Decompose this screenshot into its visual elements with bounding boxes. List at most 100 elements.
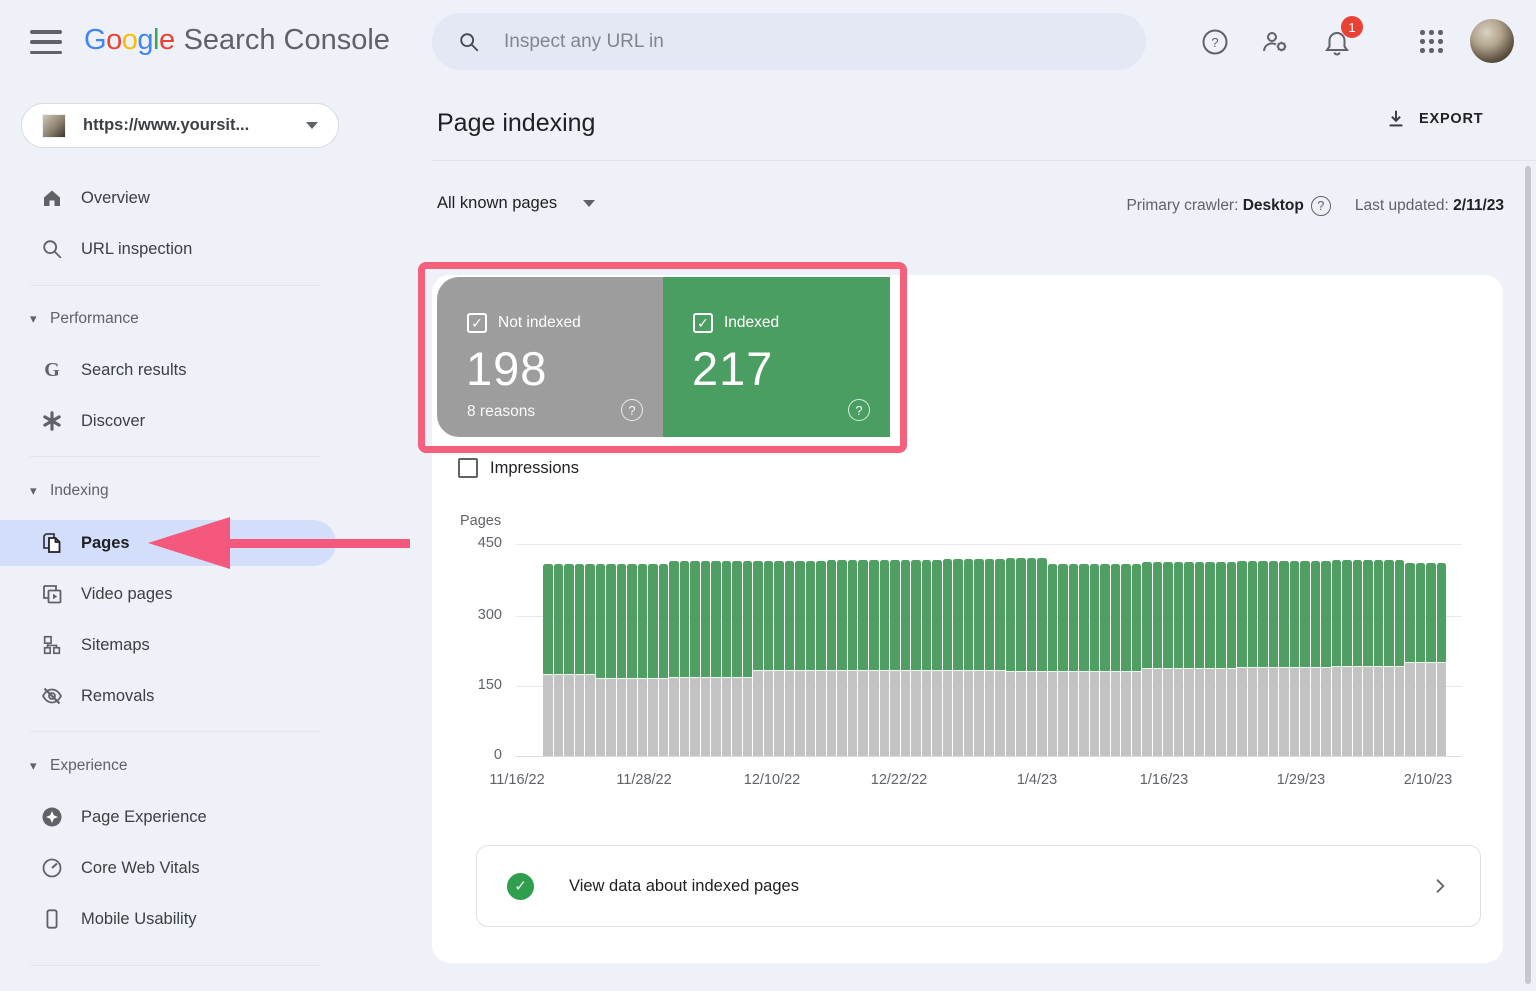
- stacked-bar[interactable]: [1352, 544, 1363, 756]
- stacked-bar[interactable]: [1331, 544, 1342, 756]
- sidebar-item-removals[interactable]: Removals: [0, 671, 410, 721]
- sidebar-item-core-web-vitals[interactable]: Core Web Vitals: [0, 843, 410, 893]
- stacked-bar[interactable]: [763, 544, 774, 756]
- stacked-bar[interactable]: [816, 544, 826, 756]
- stacked-bar[interactable]: [1237, 544, 1247, 756]
- stacked-bar[interactable]: [679, 544, 690, 756]
- stacked-bar[interactable]: [890, 544, 900, 756]
- help-icon[interactable]: ?: [848, 399, 870, 421]
- stacked-bar[interactable]: [858, 544, 868, 756]
- not-indexed-card[interactable]: ✓ Not indexed 198 8 reasons ?: [437, 277, 663, 437]
- stacked-bar[interactable]: [564, 544, 574, 756]
- stacked-bar[interactable]: [837, 544, 847, 756]
- stacked-bar[interactable]: [742, 544, 753, 756]
- impressions-toggle[interactable]: Impressions: [458, 458, 579, 478]
- stacked-bar[interactable]: [1384, 544, 1394, 756]
- sidebar-item-video-pages[interactable]: Video pages: [0, 569, 410, 619]
- stacked-bar[interactable]: [553, 544, 564, 756]
- stacked-bar[interactable]: [1142, 544, 1152, 756]
- stacked-bar[interactable]: [1173, 544, 1184, 756]
- stacked-bar[interactable]: [627, 544, 637, 756]
- stacked-bar[interactable]: [1436, 544, 1447, 756]
- stacked-bar[interactable]: [879, 544, 890, 756]
- checkbox-checked-icon[interactable]: ✓: [467, 313, 487, 333]
- indexed-card[interactable]: ✓ Indexed 217 ?: [663, 277, 890, 437]
- stacked-bar[interactable]: [1016, 544, 1026, 756]
- sidebar-item-overview[interactable]: Overview: [0, 173, 410, 223]
- stacked-bar[interactable]: [932, 544, 942, 756]
- stacked-bar[interactable]: [1426, 544, 1436, 756]
- stacked-bar[interactable]: [669, 544, 679, 756]
- stacked-bar[interactable]: [1037, 544, 1047, 756]
- stacked-bar[interactable]: [784, 544, 795, 756]
- sidebar-section-experience[interactable]: ▾ Experience: [0, 746, 410, 786]
- stacked-bar[interactable]: [1342, 544, 1352, 756]
- stacked-bar[interactable]: [1058, 544, 1068, 756]
- stacked-bar[interactable]: [1131, 544, 1142, 756]
- stacked-bar[interactable]: [1005, 544, 1016, 756]
- stacked-bar[interactable]: [1068, 544, 1079, 756]
- stacked-bar[interactable]: [1194, 544, 1205, 756]
- stacked-bar[interactable]: [1163, 544, 1173, 756]
- stacked-bar[interactable]: [543, 544, 553, 756]
- stacked-bar[interactable]: [900, 544, 911, 756]
- stacked-bar[interactable]: [1300, 544, 1310, 756]
- sidebar-item-mobile-usability[interactable]: Mobile Usability: [0, 894, 410, 944]
- scope-dropdown[interactable]: All known pages: [437, 194, 596, 213]
- stacked-bar[interactable]: [574, 544, 585, 756]
- stacked-bar[interactable]: [648, 544, 658, 756]
- stacked-bar[interactable]: [1405, 544, 1415, 756]
- stacked-bar[interactable]: [1110, 544, 1121, 756]
- user-settings-icon[interactable]: [1260, 27, 1290, 57]
- stacked-bar[interactable]: [911, 544, 921, 756]
- stacked-bars-plot[interactable]: [543, 544, 1447, 756]
- sidebar-item-sitemaps[interactable]: Sitemaps: [0, 620, 410, 670]
- vertical-scrollbar[interactable]: [1525, 166, 1531, 984]
- stacked-bar[interactable]: [1100, 544, 1110, 756]
- stacked-bar[interactable]: [637, 544, 648, 756]
- stacked-bar[interactable]: [1216, 544, 1226, 756]
- help-icon[interactable]: ?: [1200, 27, 1230, 57]
- stacked-bar[interactable]: [774, 544, 784, 756]
- stacked-bar[interactable]: [795, 544, 805, 756]
- stacked-bar[interactable]: [1184, 544, 1194, 756]
- stacked-bar[interactable]: [1258, 544, 1268, 756]
- sidebar-section-indexing[interactable]: ▾ Indexing: [0, 471, 410, 511]
- help-icon[interactable]: ?: [1310, 196, 1331, 216]
- stacked-bar[interactable]: [963, 544, 974, 756]
- stacked-bar[interactable]: [1394, 544, 1405, 756]
- stacked-bar[interactable]: [1079, 544, 1089, 756]
- stacked-bar[interactable]: [1121, 544, 1131, 756]
- stacked-bar[interactable]: [942, 544, 953, 756]
- stacked-bar[interactable]: [732, 544, 742, 756]
- checkbox-unchecked-icon[interactable]: [458, 458, 478, 478]
- sidebar-item-page-experience[interactable]: Page Experience: [0, 792, 410, 842]
- stacked-bar[interactable]: [711, 544, 721, 756]
- stacked-bar[interactable]: [984, 544, 995, 756]
- stacked-bar[interactable]: [1047, 544, 1058, 756]
- stacked-bar[interactable]: [1363, 544, 1373, 756]
- stacked-bar[interactable]: [585, 544, 595, 756]
- stacked-bar[interactable]: [690, 544, 700, 756]
- stacked-bar[interactable]: [868, 544, 879, 756]
- stacked-bar[interactable]: [826, 544, 837, 756]
- stacked-bar[interactable]: [616, 544, 627, 756]
- stacked-bar[interactable]: [753, 544, 763, 756]
- stacked-bar[interactable]: [1279, 544, 1289, 756]
- property-selector[interactable]: https://www.yoursit...: [21, 103, 339, 148]
- sidebar-item-search-results[interactable]: G Search results: [0, 345, 410, 395]
- sidebar-item-discover[interactable]: Discover: [0, 396, 410, 446]
- stacked-bar[interactable]: [606, 544, 616, 756]
- stacked-bar[interactable]: [658, 544, 669, 756]
- checkbox-checked-icon[interactable]: ✓: [693, 313, 713, 333]
- export-button[interactable]: EXPORT: [1385, 108, 1483, 130]
- stacked-bar[interactable]: [1415, 544, 1426, 756]
- avatar[interactable]: [1470, 19, 1514, 63]
- stacked-bar[interactable]: [1152, 544, 1163, 756]
- stacked-bar[interactable]: [1226, 544, 1237, 756]
- sidebar-section-performance[interactable]: ▾ Performance: [0, 299, 410, 339]
- stacked-bar[interactable]: [953, 544, 963, 756]
- stacked-bar[interactable]: [1026, 544, 1037, 756]
- stacked-bar[interactable]: [721, 544, 732, 756]
- stacked-bar[interactable]: [1268, 544, 1279, 756]
